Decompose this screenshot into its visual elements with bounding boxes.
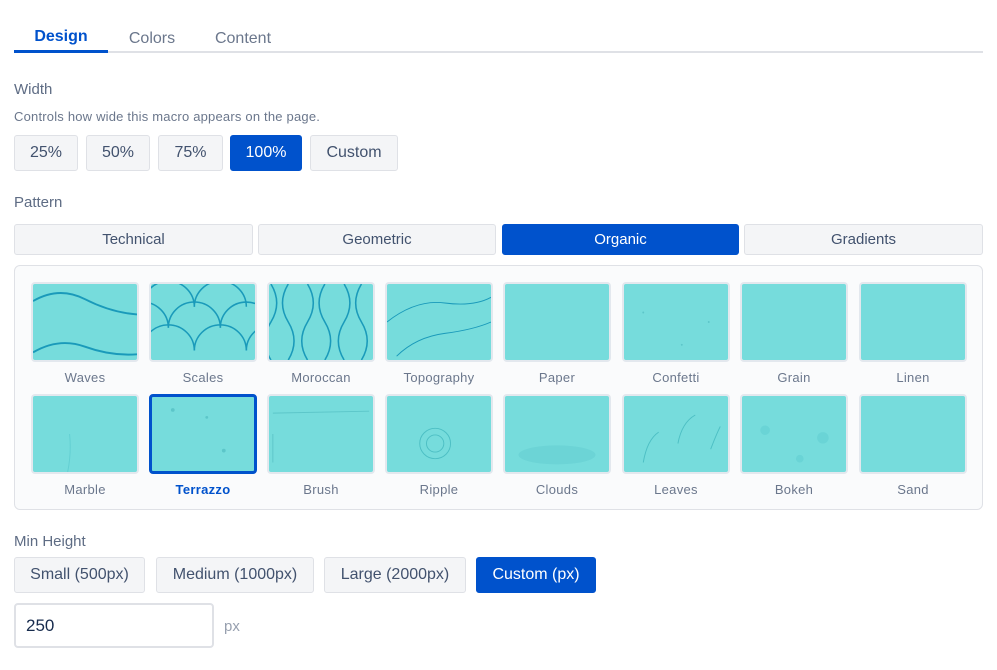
min-height-label: Min Height (14, 533, 86, 550)
pattern-swatch (622, 394, 730, 474)
pattern-swatch (149, 394, 257, 474)
pattern-swatch (859, 394, 967, 474)
width-option-25[interactable]: 25% (14, 135, 78, 171)
width-option-75[interactable]: 75% (158, 135, 223, 171)
pattern-swatch (267, 282, 375, 362)
width-label: Width (14, 81, 53, 98)
min-height-input[interactable] (14, 603, 214, 648)
pattern-tile-label: Ripple (419, 482, 459, 497)
pattern-tile-label: Grain (777, 370, 811, 385)
pattern-category-gradients[interactable]: Gradients (744, 224, 983, 255)
tab-colors[interactable]: Colors (122, 14, 182, 53)
pattern-category-geometric[interactable]: Geometric (258, 224, 496, 255)
pattern-swatch (740, 282, 848, 362)
width-option-100[interactable]: 100% (230, 135, 302, 171)
pattern-tile-label: Terrazzo (175, 482, 231, 497)
pattern-category-technical[interactable]: Technical (14, 224, 253, 255)
width-option-custom[interactable]: Custom (310, 135, 398, 171)
min-height-option-medium[interactable]: Medium (1000px) (156, 557, 314, 593)
min-height-option-large[interactable]: Large (2000px) (324, 557, 466, 593)
pattern-tile-label: Linen (896, 370, 930, 385)
pattern-swatch (385, 394, 493, 474)
pattern-swatch (859, 282, 967, 362)
min-height-unit: px (224, 618, 240, 635)
width-help-text: Controls how wide this macro appears on … (14, 109, 321, 124)
pattern-tile-label: Moroccan (291, 370, 351, 385)
pattern-swatch (31, 394, 139, 474)
pattern-tile-label: Sand (897, 482, 929, 497)
pattern-swatch (503, 394, 611, 474)
tab-design[interactable]: Design (14, 14, 108, 53)
pattern-swatch (31, 282, 139, 362)
tab-content[interactable]: Content (210, 14, 276, 53)
pattern-tile-label: Marble (64, 482, 106, 497)
min-height-option-custom[interactable]: Custom (px) (476, 557, 596, 593)
pattern-label: Pattern (14, 194, 63, 211)
pattern-swatch (740, 394, 848, 474)
pattern-category-organic[interactable]: Organic (502, 224, 739, 255)
pattern-tile-label: Scales (182, 370, 224, 385)
pattern-tile-label: Leaves (654, 482, 698, 497)
pattern-swatch (267, 394, 375, 474)
pattern-tile-label: Paper (538, 370, 576, 385)
pattern-tile-label: Brush (303, 482, 339, 497)
pattern-tile-label: Confetti (652, 370, 700, 385)
width-option-50[interactable]: 50% (86, 135, 150, 171)
pattern-tile-label: Waves (64, 370, 106, 385)
pattern-swatch (503, 282, 611, 362)
pattern-swatch (149, 282, 257, 362)
pattern-tile-label: Clouds (535, 482, 579, 497)
pattern-swatch (622, 282, 730, 362)
tab-bar: Design Colors Content (14, 14, 983, 53)
min-height-option-small[interactable]: Small (500px) (14, 557, 145, 593)
pattern-swatch (385, 282, 493, 362)
pattern-grid: Waves Scales Moroccan Topography Paper C… (14, 265, 983, 510)
pattern-tile-label: Topography (403, 370, 475, 385)
pattern-tile-label: Bokeh (774, 482, 814, 497)
